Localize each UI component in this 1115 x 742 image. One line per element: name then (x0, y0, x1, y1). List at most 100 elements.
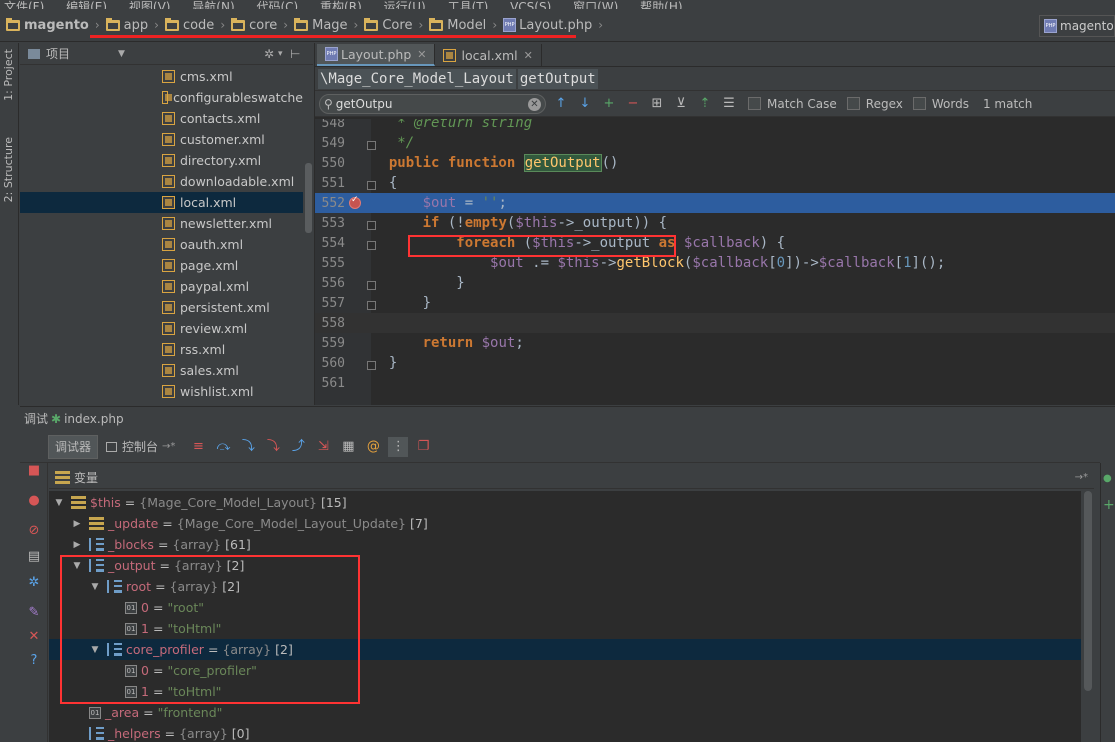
nav-crumb-core[interactable]: core (231, 17, 277, 33)
fold-icon[interactable] (367, 141, 376, 150)
step-into-icon[interactable]: ⤵ (238, 437, 258, 457)
project-file-item[interactable]: downloadable.xml (20, 171, 303, 192)
add-occurrence-icon[interactable]: + (600, 95, 618, 113)
layout-icon[interactable]: ▤ (26, 549, 42, 565)
menu-help[interactable]: 帮助(H) (640, 1, 682, 9)
project-file-item[interactable]: newsletter.xml (20, 213, 303, 234)
project-file-item[interactable]: contacts.xml (20, 108, 303, 129)
menu-view[interactable]: 视图(V) (129, 1, 171, 9)
menu-navigate[interactable]: 导航(N) (192, 1, 234, 9)
project-file-item[interactable]: rss.xml (20, 339, 303, 360)
variable-row[interactable]: _helpers = {array} [0] (49, 723, 1081, 742)
tab-local-xml[interactable]: local.xml ✕ (435, 44, 542, 66)
view-breakpoints-icon[interactable]: ● (26, 493, 42, 509)
tab-debugger[interactable]: 调试器 (48, 434, 99, 459)
menu-edit[interactable]: 编辑(E) (66, 1, 107, 9)
gear-icon[interactable]: ✲ (264, 47, 274, 61)
fold-icon[interactable] (367, 221, 376, 230)
fold-icon[interactable] (367, 301, 376, 310)
search-icon[interactable]: ⚲ (324, 97, 333, 111)
nav-crumb-model[interactable]: Model (429, 17, 486, 33)
project-file-item[interactable]: configurableswatche (20, 87, 303, 108)
watch-icon[interactable]: @ (363, 437, 383, 457)
chevron-down-icon[interactable]: ▼ (118, 49, 125, 59)
next-occurrence-icon[interactable]: ↓ (576, 95, 594, 113)
variable-row[interactable]: ▼ $this = {Mage_Core_Model_Layout} [15] (49, 492, 1081, 513)
tool-tab-project[interactable]: 1: Project (2, 49, 15, 101)
nav-crumb-core-module[interactable]: Core (364, 17, 412, 33)
tab-console[interactable]: 控制台 →* (100, 435, 181, 459)
help-icon[interactable]: ? (26, 653, 42, 669)
step-over-icon[interactable]: ⤼ (213, 437, 233, 457)
close-icon[interactable]: ✕ (26, 629, 42, 645)
menu-code[interactable]: 代码(C) (256, 1, 298, 9)
match-case-checkbox[interactable] (748, 97, 761, 110)
pin-tab-icon[interactable]: →* (1075, 472, 1088, 483)
menu-tools[interactable]: 工具(T) (448, 1, 489, 9)
regex-checkbox[interactable] (846, 97, 860, 110)
add-watch-icon[interactable]: + (1103, 497, 1115, 513)
fold-icon[interactable] (367, 241, 376, 250)
project-file-item[interactable]: oauth.xml (20, 234, 303, 255)
select-all-occurrences-icon[interactable]: ⊞ (648, 95, 666, 113)
variable-row[interactable]: ▶ _blocks = {array} [61] (49, 534, 1081, 555)
menu-file[interactable]: 文件(F) (4, 1, 44, 9)
menu-window[interactable]: 窗口(W) (573, 1, 618, 9)
chevron-right-icon[interactable]: ▶ (71, 519, 83, 529)
menu-run[interactable]: 运行(U) (384, 1, 426, 9)
menu-refactor[interactable]: 重构(R) (320, 1, 362, 9)
project-file-item[interactable]: directory.xml (20, 150, 303, 171)
nav-crumb-code[interactable]: code (164, 17, 214, 33)
nav-crumb-app[interactable]: app (105, 17, 148, 33)
code-crumb-class[interactable]: \Mage_Core_Model_Layout (318, 68, 516, 89)
tab-layout-php[interactable]: PHP Layout.php ✕ (317, 44, 436, 66)
variable-row[interactable]: 01 _area = "frontend" (49, 702, 1081, 723)
project-file-item[interactable]: wishlist.xml (20, 381, 303, 402)
filter-icon[interactable]: ⊻ (672, 95, 690, 113)
hide-panel-icon[interactable]: ⊢ (290, 47, 300, 61)
pin-icon[interactable]: ✎ (26, 605, 42, 621)
variables-scrollbar[interactable] (1084, 491, 1092, 691)
close-icon[interactable]: ✕ (524, 49, 533, 62)
project-file-item[interactable]: paypal.xml (20, 276, 303, 297)
chevron-right-icon[interactable]: ▶ (71, 540, 83, 550)
force-step-into-icon[interactable]: ⤵ (263, 437, 283, 457)
project-panel-title[interactable]: 项目 (46, 45, 70, 62)
project-file-item[interactable]: persistent.xml (20, 297, 303, 318)
search-input[interactable] (335, 96, 516, 111)
project-file-item[interactable]: review.xml (20, 318, 303, 339)
close-icon[interactable]: ✕ (417, 48, 426, 61)
tool-tab-structure[interactable]: 2: Structure (2, 137, 15, 202)
project-scrollbar[interactable] (305, 163, 312, 233)
step-out-icon[interactable]: ⤴ (288, 437, 308, 457)
nav-crumb-mage[interactable]: Mage (294, 17, 348, 33)
run-config-selector[interactable]: PHP magento (1039, 15, 1115, 37)
project-file-item[interactable]: sales.xml (20, 360, 303, 381)
watches-icon[interactable]: ● (1103, 473, 1112, 484)
evaluate-expression-icon[interactable]: ▦ (338, 437, 358, 457)
clear-search-icon[interactable]: ✕ (528, 97, 541, 111)
breakpoint-icon[interactable] (349, 195, 361, 209)
debug-session-file[interactable]: index.php (64, 412, 123, 426)
fold-icon[interactable] (367, 281, 376, 290)
menu-vcs[interactable]: VCS(S) (510, 1, 551, 9)
mute-breakpoints-icon[interactable]: ⊘ (26, 523, 42, 539)
settings-icon[interactable]: ☰ (720, 95, 738, 113)
chevron-down-icon[interactable]: ▼ (53, 498, 65, 508)
nav-crumb-project[interactable]: magento (6, 17, 89, 33)
search-field[interactable]: ⚲ ✕ (319, 93, 546, 114)
remove-occurrence-icon[interactable]: − (624, 95, 642, 113)
fold-icon[interactable] (367, 181, 376, 190)
variables-view-icon[interactable]: ⋮ (388, 436, 409, 457)
project-file-item[interactable]: local.xml (20, 192, 303, 213)
run-to-cursor-icon[interactable]: ⇲ (313, 437, 333, 457)
code-area[interactable]: 548 * @return string 549 */ 550 public f… (315, 119, 1115, 405)
restore-layout-icon[interactable]: ❐ (413, 437, 433, 457)
project-file-item[interactable]: page.xml (20, 255, 303, 276)
variable-row[interactable]: ▶ _update = {Mage_Core_Model_Layout_Upda… (49, 513, 1081, 534)
project-file-item[interactable]: customer.xml (20, 129, 303, 150)
code-crumb-method[interactable]: getOutput (517, 68, 598, 89)
stop-icon[interactable]: ■ (26, 463, 42, 479)
previous-occurrence-icon[interactable]: ↑ (552, 95, 570, 113)
settings-icon[interactable]: ✲ (26, 575, 42, 591)
